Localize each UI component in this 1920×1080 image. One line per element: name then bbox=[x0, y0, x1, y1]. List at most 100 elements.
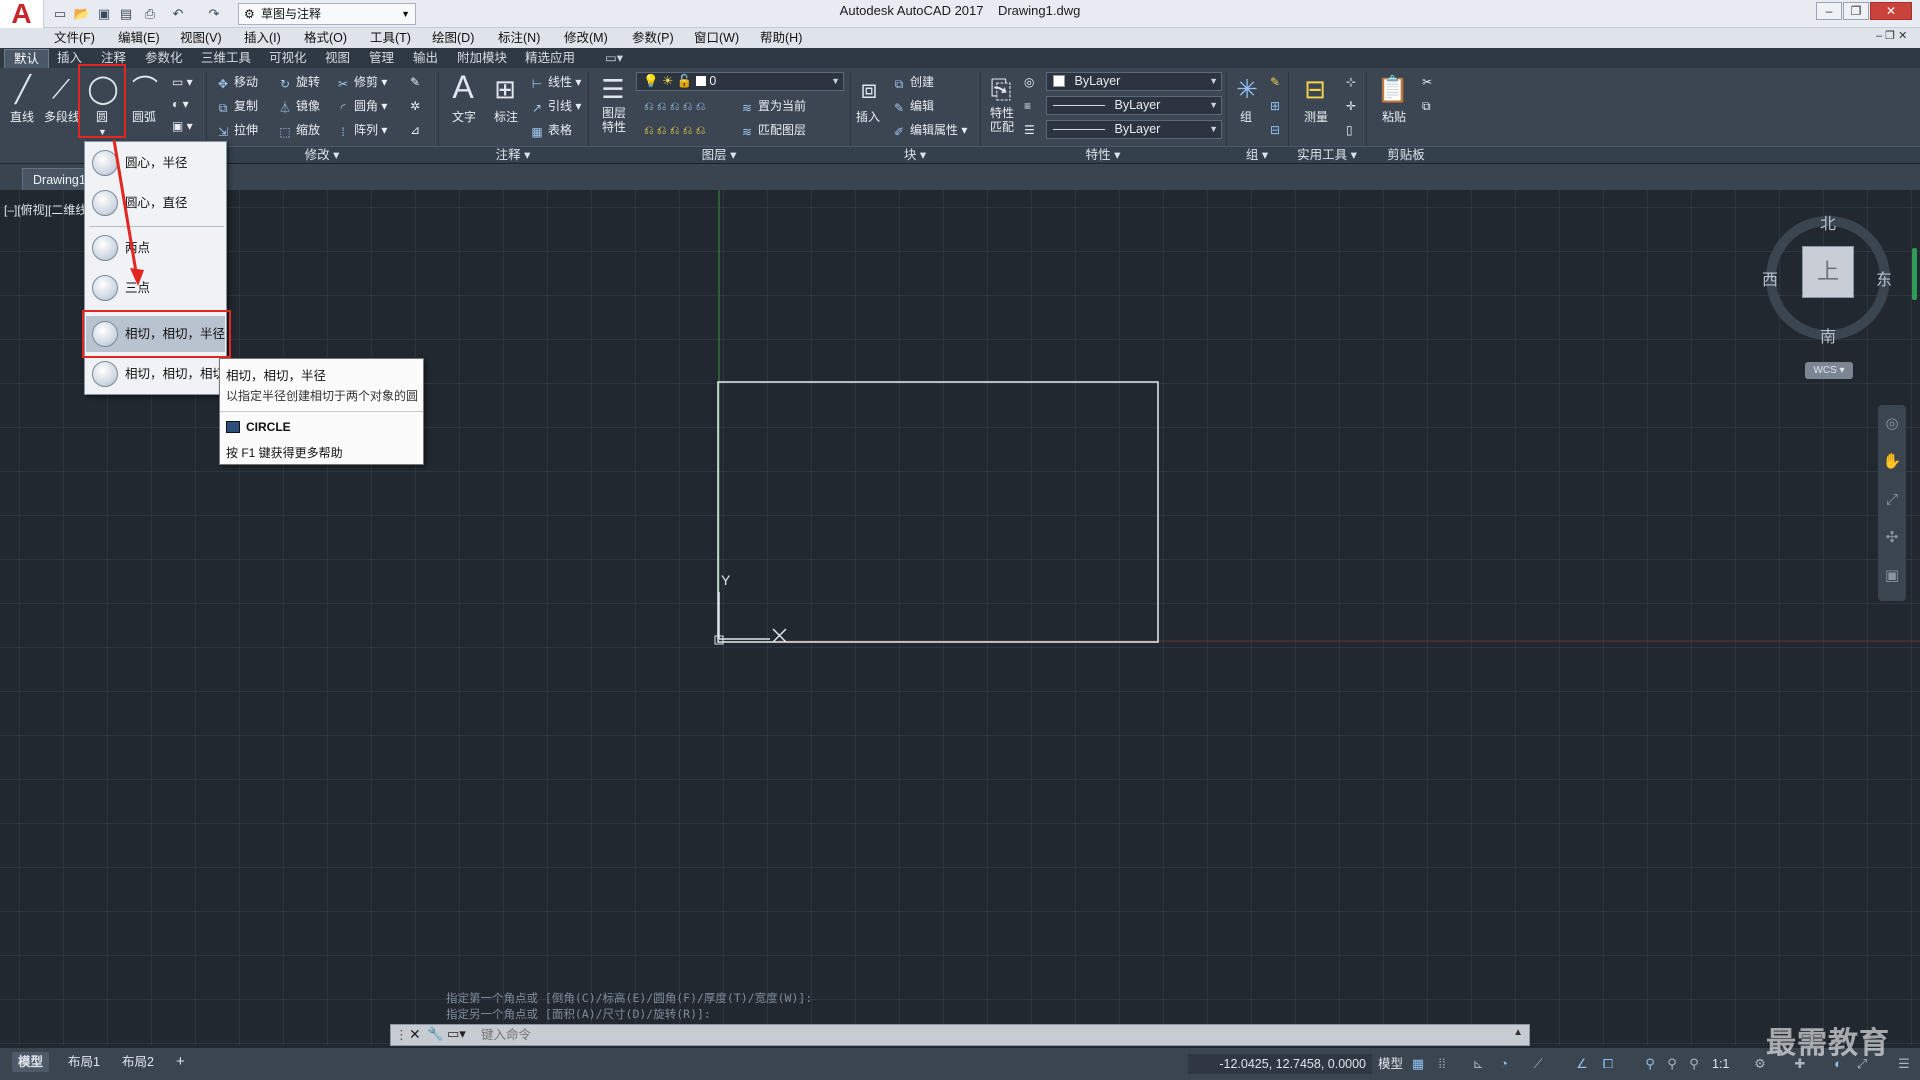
tab-annotate[interactable]: 注释 bbox=[92, 49, 135, 68]
group-select-icon[interactable]: ⊟ bbox=[1270, 122, 1280, 138]
linear-button[interactable]: ⊢ 线性 ▾ bbox=[530, 74, 582, 91]
grid-icon[interactable]: ▦ bbox=[1410, 1056, 1426, 1072]
line-button-label[interactable]: 直线 bbox=[10, 109, 34, 125]
menu-help[interactable]: 帮助(H) bbox=[752, 29, 810, 47]
copy-button[interactable]: ⧉ 复制 bbox=[216, 98, 258, 115]
group-icon[interactable]: ✳ bbox=[1230, 72, 1264, 106]
line-icon[interactable]: ╱ bbox=[6, 72, 40, 106]
edit-block-button[interactable]: ✎ 编辑 bbox=[892, 98, 934, 115]
measure-icon[interactable]: ⊟ bbox=[1298, 72, 1332, 106]
text-icon[interactable]: A bbox=[446, 70, 480, 104]
measure-button-label[interactable]: 测量 bbox=[1304, 109, 1328, 125]
tab-layout2[interactable]: 布局2 bbox=[116, 1052, 160, 1072]
layer-properties-icon[interactable]: ☰ bbox=[596, 72, 630, 106]
offset-icon[interactable]: ⊿ bbox=[410, 122, 420, 138]
snap-icon[interactable]: ⁞⁞ bbox=[1434, 1056, 1450, 1072]
save-as-icon[interactable]: ▤ bbox=[116, 4, 136, 24]
vertical-scroll-indicator[interactable] bbox=[1912, 248, 1917, 300]
menu-dimension[interactable]: 标注(N) bbox=[490, 29, 548, 47]
menu-parametric[interactable]: 参数(P) bbox=[624, 29, 682, 47]
table-button[interactable]: ▦ 表格 bbox=[530, 122, 572, 139]
layer-tools-row2[interactable]: ⎌ ⎌ ⎌ ⎌ ⎌ bbox=[644, 122, 705, 138]
command-input[interactable] bbox=[481, 1026, 1501, 1044]
paste-button-label[interactable]: 粘贴 bbox=[1382, 109, 1406, 125]
viewport-controls-label[interactable]: [–][俯视][二维线 bbox=[4, 201, 87, 218]
id-point-icon[interactable]: ⊹ bbox=[1346, 74, 1356, 90]
minimize-button[interactable]: – bbox=[1816, 2, 1842, 20]
workspace-switcher[interactable]: ⚙ 草图与注释 ▼ bbox=[238, 3, 416, 25]
rectangle-icon[interactable]: ▭ ▾ bbox=[172, 74, 193, 90]
tab-view[interactable]: 视图 bbox=[316, 49, 359, 68]
circle-center-diameter-item[interactable]: 圆心，直径 bbox=[86, 185, 225, 221]
tab-layout1[interactable]: 布局1 bbox=[62, 1052, 106, 1072]
color-dropdown[interactable]: ByLayer ▼ bbox=[1046, 72, 1222, 91]
ortho-icon[interactable]: ⊾ bbox=[1470, 1056, 1486, 1072]
explode-icon[interactable]: ✲ bbox=[410, 98, 420, 114]
ribbon-options-icon[interactable]: ▭▾ bbox=[596, 49, 632, 68]
linetype-dropdown[interactable]: ByLayer ▼ bbox=[1046, 96, 1222, 115]
object-snap-icon[interactable]: ⧠ bbox=[1600, 1056, 1616, 1072]
menu-modify[interactable]: 修改(M) bbox=[556, 29, 616, 47]
edit-attributes-button[interactable]: ✐ 编辑属性 ▾ bbox=[892, 122, 967, 139]
copy-clip-icon[interactable]: ⧉ bbox=[1422, 98, 1431, 114]
model-space-toggle[interactable]: 模型 bbox=[1372, 1054, 1409, 1074]
circle-icon[interactable]: ◯ bbox=[86, 72, 120, 106]
lineweight-dropdown[interactable]: ByLayer ▼ bbox=[1046, 120, 1222, 139]
circle-2point-item[interactable]: 两点 bbox=[86, 230, 225, 266]
scale-button[interactable]: ⬚ 缩放 bbox=[278, 122, 320, 139]
layer-properties-label[interactable]: 图层 特性 bbox=[602, 106, 626, 134]
ungroup-icon[interactable]: ✎ bbox=[1270, 74, 1280, 90]
isodraft-icon[interactable]: ⟋ bbox=[1530, 1056, 1546, 1072]
viewcube-top-face[interactable]: 上 bbox=[1802, 246, 1854, 298]
tab-insert[interactable]: 插入 bbox=[48, 49, 91, 68]
application-menu-button[interactable]: A bbox=[0, 0, 44, 28]
save-icon[interactable]: ▣ bbox=[94, 4, 114, 24]
close-button[interactable]: ✕ bbox=[1870, 2, 1912, 20]
mirror-button[interactable]: ⏃ 镜像 bbox=[278, 98, 320, 115]
file-tab-drawing1[interactable]: Drawing1 bbox=[22, 168, 92, 190]
viewcube-north[interactable]: 北 bbox=[1820, 210, 1836, 234]
add-layout-icon[interactable]: + bbox=[170, 1052, 191, 1072]
plot-icon[interactable]: ⎙ bbox=[140, 4, 160, 24]
navigation-bar[interactable]: ◎ ✋ ⤢ ✣ ▣ bbox=[1878, 405, 1906, 601]
zoom-icon[interactable]: ⤢ bbox=[1878, 481, 1906, 519]
wrench-icon[interactable]: 🔧 bbox=[427, 1026, 443, 1042]
annotation-scale-icon[interactable]: ⚲ bbox=[1686, 1056, 1702, 1072]
circle-center-radius-item[interactable]: 圆心，半径 bbox=[86, 145, 225, 181]
tab-addins[interactable]: 附加模块 bbox=[448, 49, 516, 68]
point-style-icon[interactable]: ✛ bbox=[1346, 98, 1356, 114]
customize-menu-icon[interactable]: ☰ bbox=[1896, 1056, 1912, 1072]
layers-panel-title[interactable]: 图层 ▾ bbox=[588, 146, 850, 163]
viewcube-west[interactable]: 西 bbox=[1762, 266, 1778, 290]
circle-ttr-item[interactable]: 相切，相切，半径 bbox=[86, 316, 225, 352]
lineweight-icon[interactable]: ☰ bbox=[1024, 122, 1035, 138]
open-file-icon[interactable]: 📂 bbox=[72, 4, 92, 24]
arc-button-label[interactable]: 圆弧 bbox=[132, 109, 156, 125]
tab-model[interactable]: 模型 bbox=[12, 1052, 50, 1072]
menu-view[interactable]: 视图(V) bbox=[172, 29, 230, 47]
tab-featured-apps[interactable]: 精选应用 bbox=[516, 49, 584, 68]
object-snap-tracking-icon[interactable]: ∠ bbox=[1574, 1056, 1590, 1072]
menu-tools[interactable]: 工具(T) bbox=[362, 29, 419, 47]
circle-button-label[interactable]: 圆 bbox=[96, 109, 108, 125]
paste-icon[interactable]: 📋 bbox=[1376, 72, 1410, 106]
chevron-up-icon[interactable]: ▲ bbox=[1513, 1027, 1523, 1038]
menu-draw[interactable]: 绘图(D) bbox=[424, 29, 482, 47]
circle-dropdown-arrow[interactable]: ▼ bbox=[98, 124, 107, 140]
steering-wheel-icon[interactable]: ◎ bbox=[1878, 405, 1906, 443]
text-button-label[interactable]: 文字 bbox=[452, 109, 476, 125]
coordinates-readout[interactable]: -12.0425, 12.7458, 0.0000 bbox=[1188, 1054, 1372, 1074]
dimension-icon[interactable]: ⊞ bbox=[488, 72, 522, 106]
layer-dropdown[interactable]: 💡 ☀ 🔓 0 ▼ bbox=[636, 72, 844, 91]
arc-icon[interactable]: ⌒ bbox=[128, 72, 162, 106]
polyline-icon[interactable]: ⟋ bbox=[44, 72, 78, 106]
linetype-icon[interactable]: ≡ bbox=[1024, 98, 1031, 114]
create-block-button[interactable]: ⧉ 创建 bbox=[892, 74, 934, 91]
fillet-button[interactable]: ◜ 圆角 ▾ bbox=[336, 98, 388, 115]
annotation-visibility-icon[interactable]: ⚲ bbox=[1642, 1056, 1658, 1072]
properties-panel-title[interactable]: 特性 ▾ bbox=[980, 146, 1226, 163]
recent-commands-icon[interactable]: ▭▾ bbox=[447, 1026, 466, 1042]
set-current-button[interactable]: ≋ 置为当前 bbox=[740, 98, 806, 115]
leader-button[interactable]: ↗ 引线 ▾ bbox=[530, 98, 581, 115]
match-properties-label[interactable]: 特性 匹配 bbox=[990, 106, 1014, 134]
